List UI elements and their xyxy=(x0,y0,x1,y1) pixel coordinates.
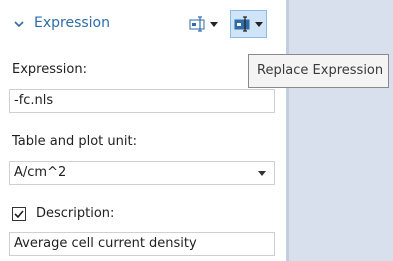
dropdown-arrow-icon xyxy=(255,21,263,27)
description-checkbox[interactable] xyxy=(12,207,26,221)
settings-panel: Expression Expression: -fc.nls Table and… xyxy=(0,0,286,261)
unit-select[interactable]: A/cm^2 xyxy=(9,161,275,185)
replace-expression-icon xyxy=(234,16,250,32)
insert-expression-icon xyxy=(189,16,205,32)
expression-input[interactable]: -fc.nls xyxy=(9,89,275,113)
section-title: Expression xyxy=(34,15,110,31)
graphics-area-background xyxy=(289,0,393,261)
description-value: Average cell current density xyxy=(14,236,197,251)
tooltip-text: Replace Expression xyxy=(257,63,384,78)
unit-value: A/cm^2 xyxy=(14,165,67,180)
insert-expression-button[interactable] xyxy=(186,10,221,38)
checkmark-icon xyxy=(14,210,24,219)
replace-expression-button[interactable] xyxy=(230,10,267,38)
expression-label: Expression: xyxy=(12,62,87,77)
description-input[interactable]: Average cell current density xyxy=(9,232,275,256)
unit-label: Table and plot unit: xyxy=(12,134,137,149)
dropdown-arrow-icon xyxy=(210,21,218,27)
expression-value: -fc.nls xyxy=(14,93,54,108)
chevron-down-icon xyxy=(258,171,266,176)
tooltip: Replace Expression xyxy=(248,54,389,88)
chevron-down-icon[interactable] xyxy=(12,17,26,31)
description-label: Description: xyxy=(36,206,115,221)
expression-section-header[interactable]: Expression xyxy=(0,8,286,42)
